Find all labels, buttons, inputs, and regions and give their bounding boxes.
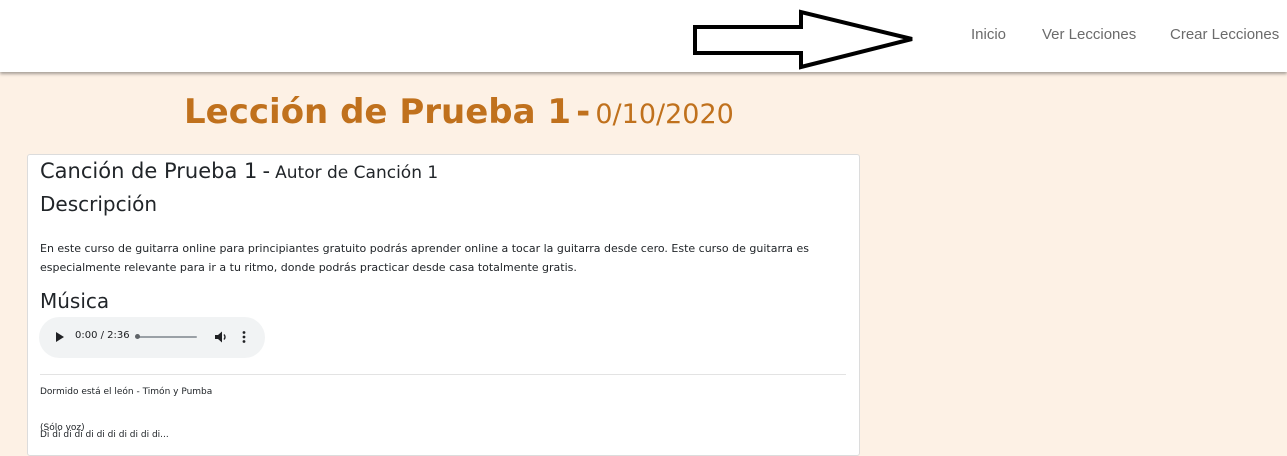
song-card: Canción de Prueba 1 - Autor de Canción 1… (27, 154, 860, 456)
seek-thumb[interactable] (135, 334, 140, 339)
nav-link-ver-lecciones[interactable]: Ver Lecciones (1042, 26, 1136, 43)
lyrics-line: Di di di di di di di di di di di... (40, 430, 169, 440)
description-text: En este curso de guitarra online para pr… (40, 242, 810, 274)
lesson-title: Lección de Prueba 1 - 0/10/2020 (184, 92, 734, 132)
more-vertical-icon[interactable] (241, 330, 247, 344)
song-separator: - (262, 159, 271, 183)
navbar: Inicio Ver Lecciones Crear Lecciones (0, 0, 1287, 72)
song-name: Canción de Prueba 1 (40, 159, 258, 183)
divider (40, 374, 846, 375)
volume-icon[interactable] (214, 330, 228, 344)
play-icon[interactable] (55, 331, 65, 343)
lyrics-title: Dormido está el león - Timón y Pumba (40, 387, 213, 397)
lesson-date: 0/10/2020 (595, 99, 734, 130)
music-heading: Música (40, 289, 110, 313)
lesson-separator: - (576, 92, 591, 132)
song-author: Autor de Canción 1 (275, 163, 439, 183)
lesson-name: Lección de Prueba 1 (184, 92, 572, 132)
audio-player: 0:00 / 2:36 (39, 317, 265, 358)
song-title: Canción de Prueba 1 - Autor de Canción 1 (40, 159, 438, 183)
nav-link-crear-lecciones[interactable]: Crear Lecciones (1170, 26, 1279, 43)
player-time: 0:00 / 2:36 (75, 330, 130, 341)
seek-slider[interactable] (135, 334, 197, 339)
nav-link-inicio[interactable]: Inicio (971, 26, 1006, 43)
description-heading: Descripción (40, 192, 158, 216)
arrow-right-outline-icon (693, 9, 913, 70)
